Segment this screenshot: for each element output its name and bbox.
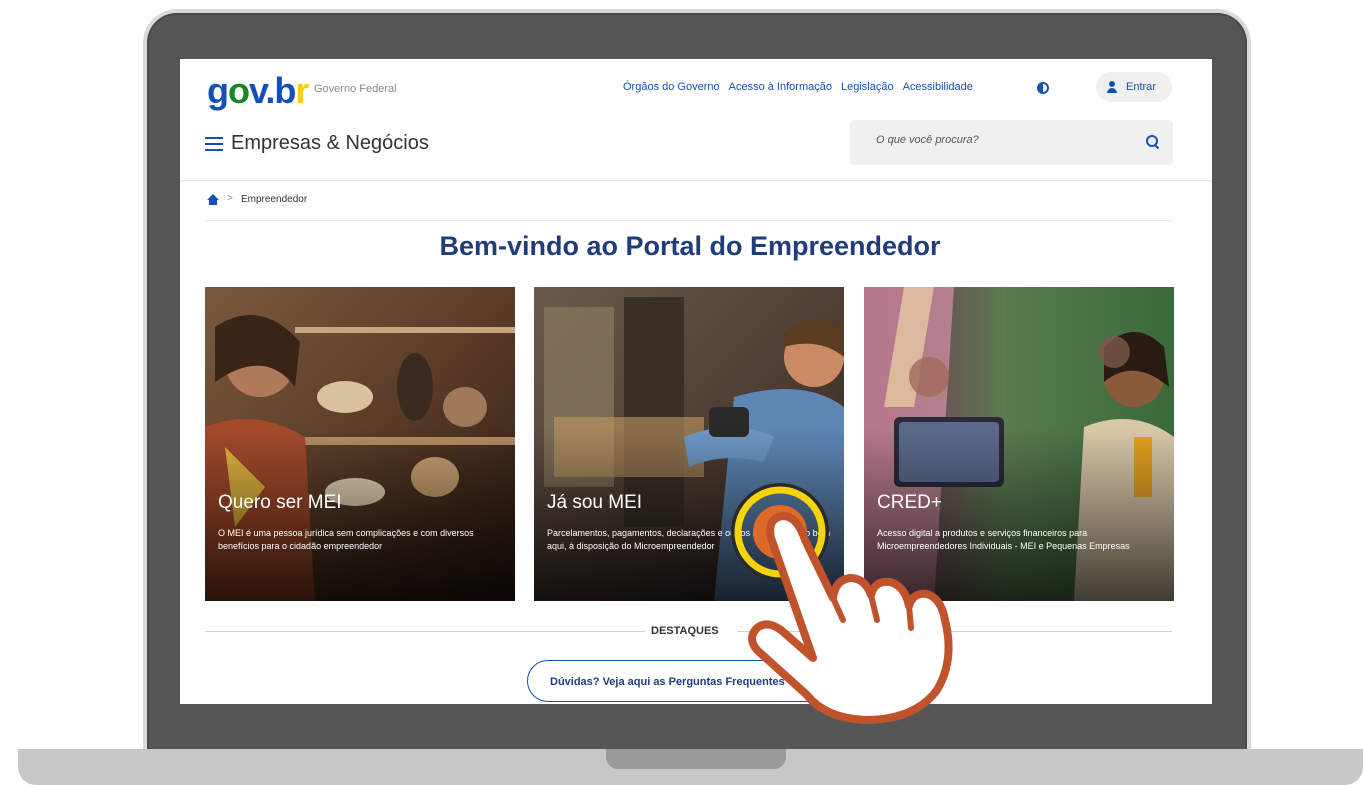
- link-orgaos[interactable]: Órgãos do Governo: [623, 81, 720, 93]
- section-label: DESTAQUES: [651, 625, 719, 637]
- search-bar[interactable]: O que você procura?: [850, 120, 1173, 165]
- card-quero-ser-mei[interactable]: Quero ser MEI O MEI é uma pessoa jurídic…: [205, 287, 515, 601]
- breadcrumb-divider: [205, 220, 1172, 221]
- home-icon[interactable]: [207, 194, 219, 206]
- card-image-pottery: [205, 287, 515, 601]
- search-icon[interactable]: [1146, 135, 1158, 147]
- link-acesso-informacao[interactable]: Acesso à Informação: [729, 81, 832, 93]
- card-title: Quero ser MEI: [218, 492, 342, 513]
- contrast-icon[interactable]: [1037, 82, 1049, 94]
- card-title: Já sou MEI: [547, 492, 643, 513]
- section-divider-left: [205, 631, 645, 632]
- link-acessibilidade[interactable]: Acessibilidade: [903, 81, 973, 93]
- gov-label: Governo Federal: [314, 83, 397, 95]
- user-icon: [1106, 81, 1118, 93]
- login-button[interactable]: Entrar: [1096, 72, 1172, 102]
- login-label: Entrar: [1126, 81, 1156, 93]
- govbr-logo[interactable]: gov.br: [207, 73, 309, 109]
- menu-icon[interactable]: [205, 137, 223, 151]
- site-title[interactable]: Empresas & Negócios: [231, 132, 429, 155]
- top-links: Órgãos do Governo Acesso à Informação Le…: [623, 81, 973, 93]
- header-divider: [180, 180, 1212, 181]
- link-legislacao[interactable]: Legislação: [841, 81, 894, 93]
- search-input[interactable]: O que você procura?: [876, 134, 979, 146]
- card-text: O MEI é uma pessoa jurídica sem complica…: [218, 528, 474, 551]
- breadcrumb-current: Empreendedor: [241, 194, 308, 205]
- laptop-base-notch: [606, 749, 786, 769]
- breadcrumb-separator: >: [227, 193, 233, 204]
- hand-pointer-icon: [731, 483, 953, 724]
- laptop-screen: gov.br Governo Federal Órgãos do Governo…: [180, 59, 1212, 704]
- page-title: Bem-vindo ao Portal do Empreendedor: [439, 231, 941, 261]
